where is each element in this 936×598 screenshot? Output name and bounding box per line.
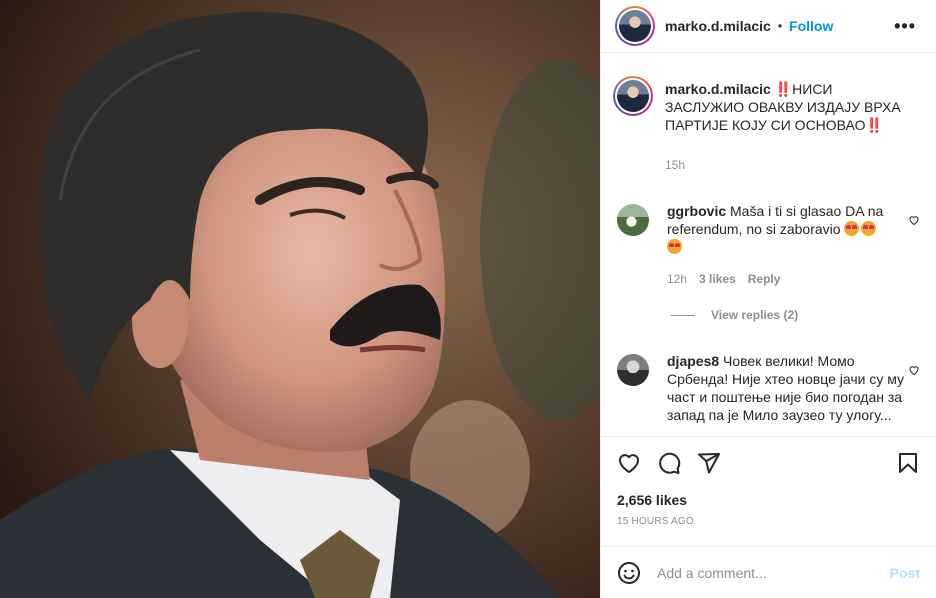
add-comment-bar: Post: [601, 546, 936, 598]
star-struck-emoji-icon: [667, 239, 682, 254]
commenter-username[interactable]: ggrbovic: [667, 203, 726, 219]
comment-likes[interactable]: 3 likes: [699, 270, 736, 288]
post-timestamp: 15 HOURS AGO: [617, 516, 694, 527]
author-avatar[interactable]: [615, 6, 655, 46]
view-replies-label: View replies (2): [711, 308, 799, 322]
post-button[interactable]: Post: [890, 565, 920, 581]
comment-item: djapes8 Човек велики! Момо Србенда! Није…: [617, 352, 920, 424]
post-header: marko.d.milacic • Follow •••: [601, 0, 936, 53]
view-replies-button[interactable]: View replies (2): [671, 308, 920, 322]
caption: marko.d.milacic ‼️НИСИ ЗАСЛУЖИО ОВАКВУ И…: [613, 76, 920, 174]
commenter-username[interactable]: djapes8: [667, 353, 719, 369]
like-comment-icon[interactable]: [908, 214, 920, 226]
post-sidebar: marko.d.milacic • Follow ••• marko.d.mil…: [600, 0, 936, 598]
comment-icon[interactable]: [657, 451, 681, 475]
share-icon[interactable]: [697, 451, 721, 475]
caption-time: 15h: [665, 158, 686, 172]
portrait-image: [0, 0, 600, 598]
author-username[interactable]: marko.d.milacic: [665, 18, 771, 34]
comment-time: 12h: [667, 272, 688, 286]
reply-button[interactable]: Reply: [748, 270, 781, 288]
commenter-avatar[interactable]: [617, 204, 649, 236]
comment-input[interactable]: [657, 564, 890, 581]
caption-avatar[interactable]: [613, 76, 653, 116]
separator-dot: •: [777, 19, 783, 33]
star-struck-emoji-icon: [861, 221, 877, 236]
bookmark-icon[interactable]: [896, 451, 920, 475]
like-comment-icon[interactable]: [908, 364, 920, 376]
comment-item: ggrbovic Maša i ti si glasao DA na refer…: [617, 202, 920, 288]
post-photo[interactable]: [0, 0, 600, 598]
instagram-post: marko.d.milacic • Follow ••• marko.d.mil…: [0, 0, 936, 598]
caption-username[interactable]: marko.d.milacic: [665, 81, 771, 97]
follow-button[interactable]: Follow: [789, 18, 833, 34]
commenter-avatar[interactable]: [617, 354, 649, 386]
more-icon[interactable]: •••: [894, 17, 916, 35]
emoji-icon[interactable]: [617, 561, 641, 585]
likes-count[interactable]: 2,656 likes: [617, 492, 920, 508]
comments-list[interactable]: marko.d.milacic ‼️НИСИ ЗАСЛУЖИО ОВАКВУ И…: [601, 54, 936, 435]
like-icon[interactable]: [617, 451, 641, 475]
post-actions: 2,656 likes 15 HOURS AGO: [601, 436, 936, 527]
star-struck-emoji-icon: [844, 221, 860, 236]
